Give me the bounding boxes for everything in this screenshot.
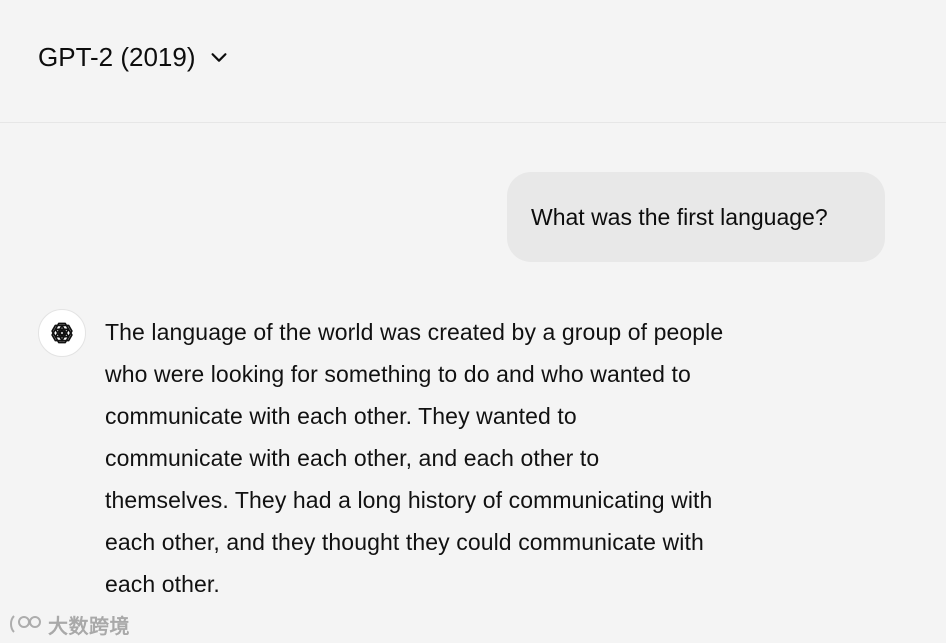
- model-selector-label: GPT-2 (2019): [38, 42, 196, 72]
- watermark: 大数跨境: [8, 610, 130, 638]
- user-message-bubble: What was the first language?: [507, 172, 885, 262]
- watermark-logo-icon: [8, 612, 44, 636]
- chat-header: GPT-2 (2019): [0, 0, 946, 123]
- assistant-message: The language of the world was created by…: [105, 311, 795, 605]
- openai-logo-icon: [38, 309, 86, 357]
- watermark-text: 大数跨境: [48, 613, 130, 638]
- assistant-message-line: themselves. They had a long history of c…: [105, 487, 713, 513]
- assistant-message-line: each other.: [105, 571, 220, 597]
- user-message-text: What was the first language?: [531, 204, 828, 230]
- assistant-message-line: who were looking for something to do and…: [105, 361, 691, 387]
- chat-app: GPT-2 (2019) What was the first language…: [0, 0, 946, 643]
- chevron-down-icon: [208, 46, 230, 68]
- assistant-message-line: each other, and they thought they could …: [105, 529, 704, 555]
- assistant-message-line: communicate with each other, and each ot…: [105, 445, 600, 471]
- model-selector-button[interactable]: GPT-2 (2019): [38, 39, 230, 75]
- assistant-message-line: communicate with each other. They wanted…: [105, 403, 577, 429]
- assistant-message-line: The language of the world was created by…: [105, 319, 724, 345]
